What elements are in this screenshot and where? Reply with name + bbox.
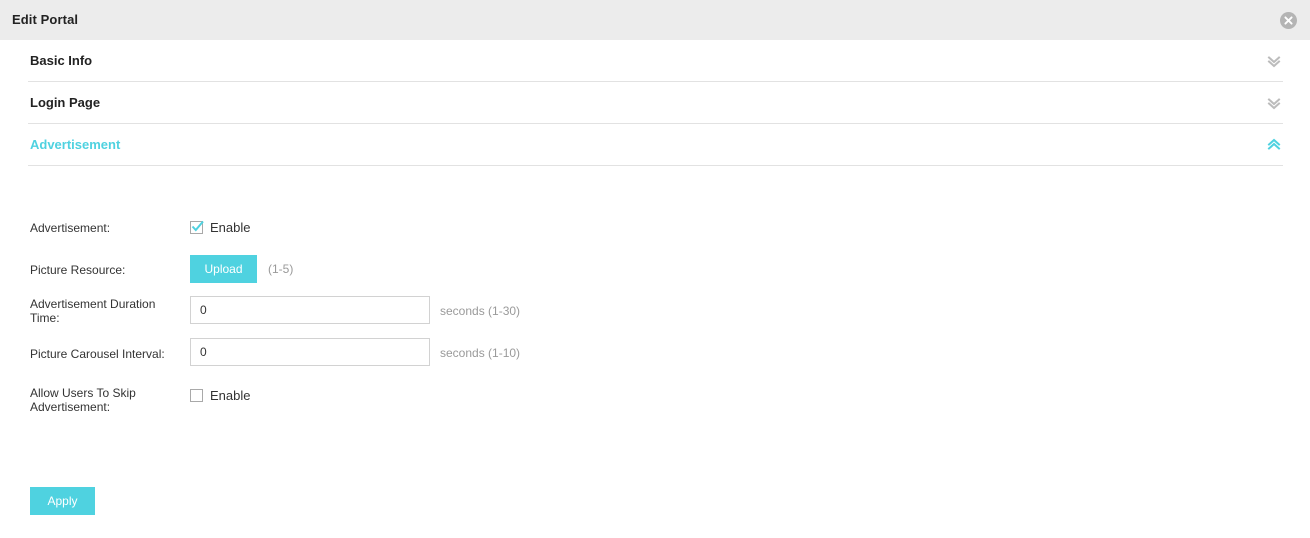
section-title-basic-info: Basic Info (30, 53, 93, 68)
section-header-login-page[interactable]: Login Page (28, 82, 1283, 124)
chevron-double-up-icon[interactable] (1265, 136, 1283, 154)
allow-skip-control: Enable (190, 388, 250, 403)
advertisement-enable-label[interactable]: Enable (210, 220, 250, 235)
picture-resource-hint: (1-5) (268, 262, 294, 276)
page-title: Edit Portal (12, 12, 79, 27)
form-row-advertisement: Advertisement: Enable (0, 204, 1310, 246)
form-row-allow-skip: Allow Users To Skip Advertisement: Enabl… (0, 372, 1310, 414)
picture-carousel-interval-input[interactable] (190, 338, 430, 366)
form-row-duration-time: Advertisement Duration Time: seconds (1-… (0, 288, 1310, 330)
section-header-basic-info[interactable]: Basic Info (28, 40, 1283, 82)
label-picture-carousel-interval: Picture Carousel Interval: (30, 347, 165, 361)
section-title-login-page: Login Page (30, 95, 101, 110)
upload-button[interactable]: Upload (190, 255, 257, 283)
duration-time-unit: seconds (1-30) (440, 304, 521, 318)
chevron-double-down-icon[interactable] (1265, 52, 1283, 70)
portal-accordion: Basic Info Login Page Advertisement (28, 40, 1283, 166)
advertisement-form: Advertisement: Enable Picture Resource: … (0, 204, 1310, 414)
label-allow-users-to-skip-advertisement: Allow Users To Skip Advertisement: (30, 386, 136, 414)
form-row-carousel-interval: Picture Carousel Interval: seconds (1-10… (0, 330, 1310, 372)
advertisement-duration-time-input[interactable] (190, 296, 430, 324)
duration-time-control (190, 296, 430, 324)
label-picture-resource: Picture Resource: (30, 263, 126, 277)
carousel-interval-unit: seconds (1-10) (440, 346, 521, 360)
section-title-advertisement: Advertisement (30, 137, 121, 152)
close-icon[interactable] (1280, 12, 1297, 29)
picture-resource-control: Upload (1-5) (190, 255, 293, 283)
apply-button[interactable]: Apply (30, 487, 95, 515)
allow-skip-checkbox[interactable] (190, 389, 203, 402)
advertisement-enable-control: Enable (190, 220, 250, 235)
carousel-interval-control (190, 338, 430, 366)
label-advertisement: Advertisement: (30, 221, 111, 235)
allow-skip-label[interactable]: Enable (210, 388, 250, 403)
advertisement-enable-checkbox[interactable] (190, 220, 204, 234)
form-row-picture-resource: Picture Resource: Upload (1-5) (0, 246, 1310, 288)
label-advertisement-duration-time: Advertisement Duration Time: (30, 297, 156, 325)
chevron-double-down-icon[interactable] (1265, 94, 1283, 112)
section-header-advertisement[interactable]: Advertisement (28, 124, 1283, 166)
dialog-titlebar: Edit Portal (0, 0, 1310, 40)
